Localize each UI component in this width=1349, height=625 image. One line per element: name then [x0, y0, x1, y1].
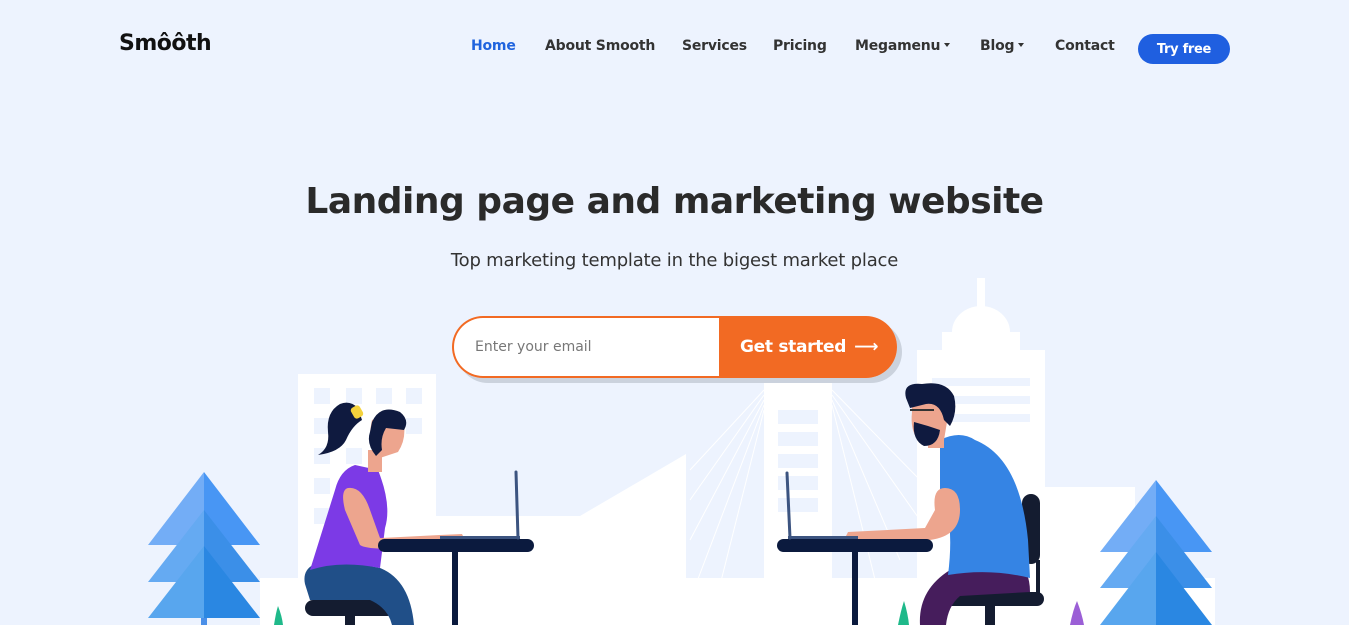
- hero-title: Landing page and marketing website: [305, 181, 1044, 222]
- dome: [952, 306, 1010, 332]
- hero-subtitle: Top marketing template in the bigest mar…: [450, 250, 899, 271]
- get-started-button[interactable]: Get started ⟶: [719, 316, 897, 378]
- hero-illustration: [0, 278, 1349, 625]
- laptop-base: [440, 536, 520, 539]
- laptop-base: [788, 536, 858, 539]
- arrow-right-icon: ⟶: [854, 337, 879, 357]
- laptop-screen: [514, 470, 520, 540]
- email-signup-form: Get started ⟶: [452, 316, 897, 378]
- tree-left: [148, 472, 260, 625]
- email-input[interactable]: [452, 316, 720, 378]
- get-started-label: Get started: [740, 337, 847, 357]
- dome-base: [942, 332, 1020, 350]
